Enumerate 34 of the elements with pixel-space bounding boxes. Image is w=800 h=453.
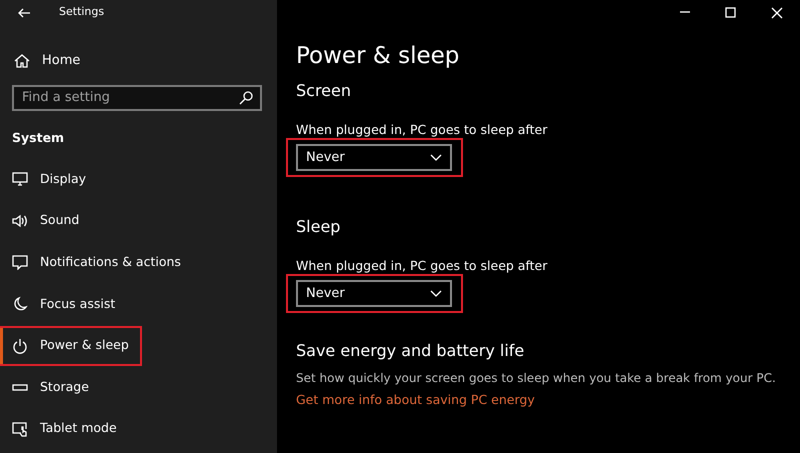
- tablet-icon: [12, 420, 28, 437]
- info-link[interactable]: Get more info about saving PC energy: [296, 390, 535, 410]
- speaker-icon: [12, 212, 28, 229]
- monitor-icon: [12, 171, 28, 188]
- home-link[interactable]: Home: [0, 51, 94, 70]
- window-title: Settings: [59, 4, 104, 20]
- sidebar-item[interactable]: Display: [0, 161, 96, 198]
- message-icon: [12, 254, 28, 270]
- sidebar-item[interactable]: Tablet mode: [0, 410, 127, 447]
- sidebar-item[interactable]: Sound: [0, 202, 90, 239]
- description-text: Set how quickly your screen goes to sleep when you take a break from your PC.: [296, 370, 777, 387]
- back-icon: [18, 6, 31, 18]
- chevron-down-icon: [430, 290, 442, 297]
- section-heading: Save energy and battery life: [296, 340, 526, 362]
- sidebar-item[interactable]: Storage: [0, 369, 99, 406]
- section-heading: Sleep: [296, 216, 342, 238]
- sidebar-item[interactable]: Focus assist: [0, 286, 126, 322]
- close-icon: [771, 6, 783, 18]
- dropdown[interactable]: Never: [296, 144, 452, 172]
- chevron-down-icon: [430, 154, 442, 162]
- section-heading: System: [12, 128, 66, 147]
- sidebar-item[interactable]: Power & sleep: [0, 328, 140, 364]
- search-field[interactable]: Find a setting: [12, 84, 262, 110]
- home-icon: [14, 52, 30, 69]
- section-heading: Screen: [296, 80, 352, 102]
- sidebar-item[interactable]: Notifications & actions: [0, 244, 191, 280]
- field-label: When plugged in, PC goes to sleep after: [296, 257, 548, 276]
- power-icon: [12, 338, 28, 354]
- page-title: Power & sleep: [296, 44, 460, 70]
- field-label: When plugged in, PC goes to sleep after: [296, 121, 548, 140]
- moon-icon: [12, 296, 28, 312]
- search-icon: [239, 90, 253, 104]
- maximize-icon: [725, 6, 737, 18]
- dropdown[interactable]: Never: [296, 280, 452, 307]
